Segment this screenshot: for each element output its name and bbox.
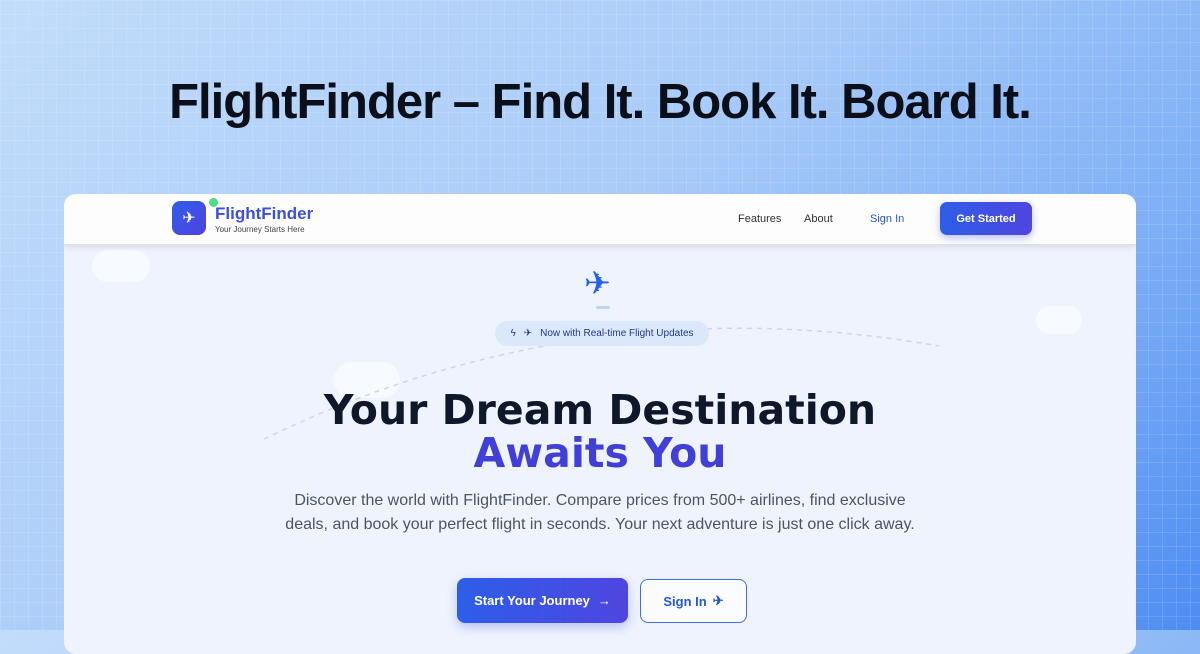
divider xyxy=(596,306,610,309)
hero-title: Your Dream Destination xyxy=(323,386,877,434)
start-journey-button[interactable]: Start Your Journey → xyxy=(457,578,628,623)
button-label: Start Your Journey xyxy=(474,593,590,608)
arrow-right-icon: → xyxy=(597,593,611,608)
plane-icon: ✈ xyxy=(712,593,724,608)
plane-small-icon: ✈ xyxy=(523,328,533,339)
page-headline: FlightFinder – Find It. Book It. Board I… xyxy=(169,75,1032,129)
plane-icon: ✈ xyxy=(584,265,611,301)
button-label: Sign In xyxy=(663,593,707,609)
app-window: ✈ FlightFinder Your Journey Starts Here … xyxy=(64,194,1136,654)
lightning-icon: ϟ xyxy=(510,328,516,339)
badge-text: Now with Real-time Flight Updates xyxy=(540,328,694,339)
feature-badge: ϟ ✈ Now with Real-time Flight Updates xyxy=(495,321,709,346)
hero-description: Discover the world with FlightFinder. Co… xyxy=(285,492,915,533)
hero-title-accent: Awaits You xyxy=(473,429,727,477)
sign-in-button[interactable]: Sign In ✈ xyxy=(640,579,747,623)
